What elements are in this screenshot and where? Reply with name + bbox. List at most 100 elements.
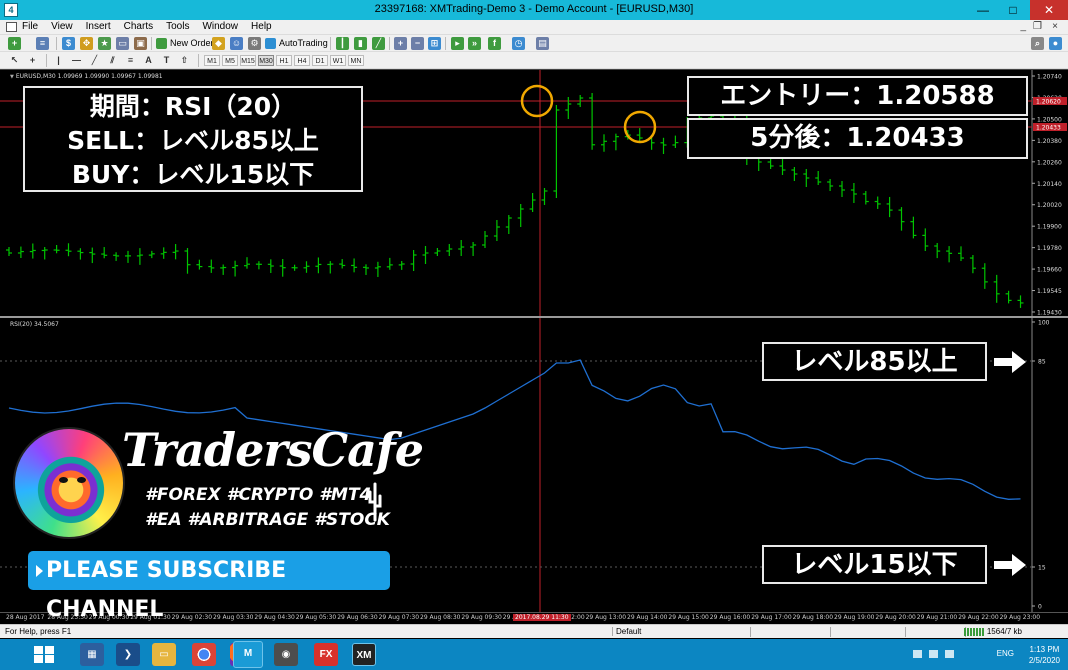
zoom-in-icon[interactable]: + — [394, 37, 407, 50]
network-icon[interactable] — [913, 650, 922, 658]
auto-scroll-icon[interactable]: » — [468, 37, 481, 50]
price-tick-label: 1.19780 — [1037, 245, 1062, 252]
ohlc-bar — [315, 257, 322, 274]
ohlc-bar — [922, 228, 929, 251]
chrome-icon[interactable] — [192, 643, 216, 666]
file-explorer-icon[interactable]: ▭ — [152, 643, 176, 666]
cursor-icon[interactable]: ↖ — [8, 54, 21, 67]
ohlc-bar — [422, 246, 429, 264]
timeframe-m1[interactable]: M1 — [204, 55, 220, 66]
community-icon[interactable]: ● — [1049, 37, 1062, 50]
data-window-icon[interactable]: ✥ — [80, 37, 93, 50]
level-85-box: レベル85以上 — [762, 342, 987, 381]
zoom-out-icon[interactable]: − — [411, 37, 424, 50]
vertical-line-icon[interactable]: | — [52, 54, 65, 67]
menu-window[interactable]: Window — [202, 21, 238, 32]
connection-status[interactable]: 1564/7 kb — [963, 627, 1022, 636]
terminal-icon[interactable]: ▭ — [116, 37, 129, 50]
menu-help[interactable]: Help — [251, 21, 272, 32]
timeframe-h1[interactable]: H1 — [276, 55, 292, 66]
periods-icon[interactable]: ◷ — [512, 37, 525, 50]
timeframe-d1[interactable]: D1 — [312, 55, 328, 66]
horizontal-line-icon[interactable]: — — [70, 54, 83, 67]
timeframe-mn[interactable]: MN — [348, 55, 364, 66]
arrows-icon[interactable]: ⇧ — [178, 54, 191, 67]
metaeditor-icon[interactable]: ◉ — [274, 643, 298, 666]
timeframe-h4[interactable]: H4 — [294, 55, 310, 66]
search-icon[interactable]: ⌕ — [1031, 37, 1044, 50]
crosshair-icon[interactable]: + — [26, 54, 39, 67]
new-chart-icon[interactable]: + — [8, 37, 21, 50]
start-button[interactable] — [34, 646, 54, 663]
volume-icon[interactable] — [929, 650, 938, 658]
channel-icon[interactable]: ⫽ — [106, 54, 119, 67]
mdi-minimize-button[interactable]: _ — [1020, 21, 1026, 32]
subscribe-banner[interactable]: PLEASE SUBSCRIBE CHANNEL — [28, 551, 390, 622]
ohlc-bar — [53, 245, 60, 254]
metaeditor-icon[interactable]: ◆ — [212, 37, 225, 50]
timeframe-w1[interactable]: W1 — [330, 55, 346, 66]
timeframe-m15[interactable]: M15 — [240, 55, 256, 66]
bar-chart-icon[interactable]: ┃ — [336, 37, 349, 50]
ohlc-bar — [862, 191, 869, 205]
market-watch-icon[interactable]: $ — [62, 37, 75, 50]
time-axis-label: 29 Aug 21:00 — [916, 614, 958, 621]
time-axis-label: 29 Aug 18:00 — [792, 614, 834, 621]
ohlc-bar — [517, 204, 524, 227]
minimize-button[interactable]: — — [968, 0, 998, 20]
indicators-icon[interactable]: f — [488, 37, 501, 50]
experts-icon[interactable]: ☺ — [230, 37, 243, 50]
time-axis-label: 29 Aug 17:00 — [751, 614, 792, 621]
time-axis-label: 29 Aug 19:00 — [834, 614, 875, 621]
navigator-icon[interactable]: ★ — [98, 37, 111, 50]
menu-charts[interactable]: Charts — [124, 21, 153, 32]
ohlc-bar — [505, 215, 512, 234]
brand-tags-line-1: #FOREX #CRYPTO #MT4 — [145, 485, 372, 505]
time-axis-label: 29 Aug 16:00 — [709, 614, 751, 621]
text-label-icon[interactable]: T — [160, 54, 173, 67]
mdi-close-button[interactable]: × — [1052, 21, 1058, 32]
ohlc-bar — [482, 231, 488, 248]
timeframe-m30[interactable]: M30 — [258, 55, 274, 66]
ohlc-bar — [363, 264, 369, 275]
menu-view[interactable]: View — [51, 21, 73, 32]
notification-icon[interactable] — [945, 650, 954, 658]
chart-shift-icon[interactable]: ▸ — [451, 37, 464, 50]
timeframe-m5[interactable]: M5 — [222, 55, 238, 66]
text-icon[interactable]: A — [142, 54, 155, 67]
mdi-restore-button[interactable]: ❐ — [1033, 21, 1042, 32]
ohlc-bar — [541, 188, 548, 205]
ohlc-bar — [291, 264, 298, 271]
ohlc-bar — [41, 247, 48, 260]
taskbar-clock[interactable]: 1:13 PM 2/5/2020 — [1029, 644, 1060, 666]
tile-windows-icon[interactable]: ⊞ — [428, 37, 441, 50]
ohlc-bar — [65, 243, 72, 257]
menu-file[interactable]: File — [22, 21, 38, 32]
candlestick-icon[interactable]: ▮ — [354, 37, 367, 50]
trendline-icon[interactable]: ╱ — [88, 54, 101, 67]
line-chart-icon[interactable]: ╱ — [372, 37, 385, 50]
xm-icon[interactable]: XM — [352, 643, 376, 666]
window-title: 23397168: XMTrading-Demo 3 - Demo Accoun… — [374, 3, 694, 15]
ohlc-bar — [553, 105, 560, 198]
new-order-button[interactable]: New Order — [156, 37, 214, 50]
profiles-icon[interactable]: ≡ — [36, 37, 49, 50]
fibonacci-icon[interactable]: ≡ — [124, 54, 137, 67]
maximize-button[interactable]: □ — [998, 0, 1028, 20]
time-axis-label: 29 Aug 09:30 — [461, 614, 502, 621]
fx-icon[interactable]: FX — [314, 643, 338, 666]
templates-icon[interactable]: ▤ — [536, 37, 549, 50]
auto-trading-button[interactable]: AutoTrading — [265, 37, 328, 50]
input-language[interactable]: ENG — [997, 649, 1014, 658]
menu-tools[interactable]: Tools — [166, 21, 189, 32]
options-icon[interactable]: ⚙ — [248, 37, 261, 50]
ohlc-bar — [993, 274, 1000, 303]
menu-insert[interactable]: Insert — [86, 21, 111, 32]
powershell-icon[interactable]: ❯ — [116, 643, 140, 666]
rsi-tick-label: 15 — [1038, 565, 1046, 572]
ohlc-bar — [446, 244, 453, 256]
strategy-tester-icon[interactable]: ▣ — [134, 37, 147, 50]
close-button[interactable]: ✕ — [1030, 0, 1068, 20]
mt4-icon[interactable]: M — [233, 641, 263, 668]
server-manager-icon[interactable]: ▦ — [80, 643, 104, 666]
